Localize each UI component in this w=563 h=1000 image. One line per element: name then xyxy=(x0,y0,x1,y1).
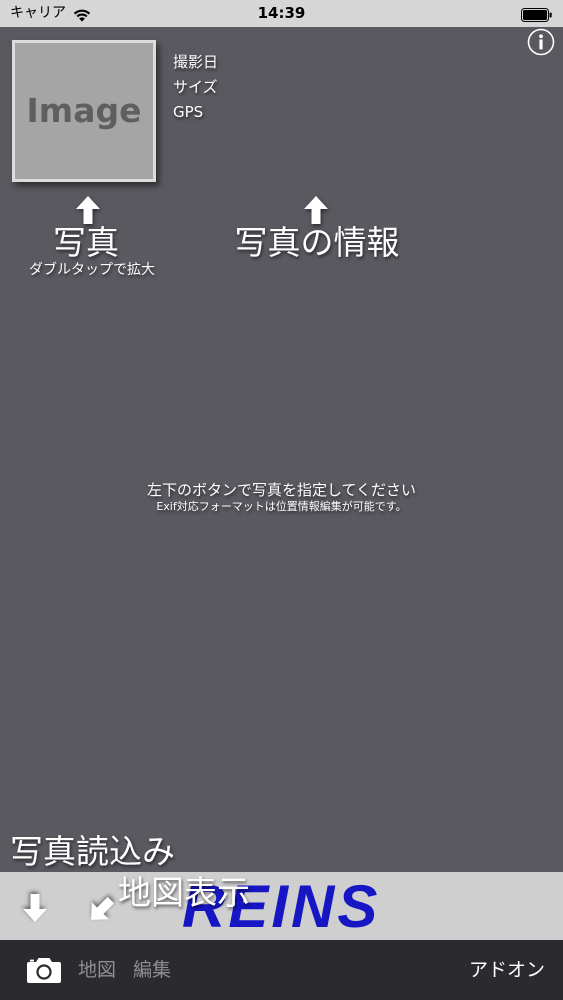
bottom-toolbar: 地図 編集 アドオン xyxy=(0,940,563,1000)
status-bar: キャリア 14:39 xyxy=(0,0,563,27)
empty-state-message: 左下のボタンで写真を指定してください xyxy=(146,481,417,499)
info-icon-graphic[interactable] xyxy=(527,28,555,56)
edit-button[interactable]: 編集 xyxy=(133,959,171,981)
camera-icon[interactable] xyxy=(26,956,62,984)
photo-hint-subtitle: ダブルタップで拡大 xyxy=(29,262,155,278)
load-photo-hint: 写真読込み xyxy=(10,832,175,871)
battery-icon-graphic xyxy=(521,8,552,22)
image-placeholder-text: Image xyxy=(26,91,142,130)
camera-icon-graphic[interactable] xyxy=(26,956,62,984)
arrow-down-icon xyxy=(23,894,47,922)
arrow-up-icon xyxy=(304,196,328,224)
status-time: 14:39 xyxy=(257,4,306,22)
battery-icon xyxy=(521,7,553,22)
info-label-date: 撮影日 xyxy=(173,53,219,71)
info-icon[interactable] xyxy=(527,28,555,56)
arrow-up-icon xyxy=(76,196,100,224)
photo-hint-title: 写真 xyxy=(53,223,119,262)
info-hint-title: 写真の情報 xyxy=(234,223,400,262)
info-label-size: サイズ xyxy=(173,78,218,96)
map-button[interactable]: 地図 xyxy=(78,959,116,981)
info-label-gps: GPS xyxy=(173,103,204,121)
photo-thumbnail[interactable]: Image xyxy=(12,40,156,182)
show-map-hint: 地図表示 xyxy=(118,873,250,912)
empty-state-note: Exif対応フォーマットは位置情報編集が可能です。 xyxy=(156,500,407,513)
addon-button[interactable]: アドオン xyxy=(469,959,545,981)
ad-banner[interactable]: REINS xyxy=(0,872,563,940)
